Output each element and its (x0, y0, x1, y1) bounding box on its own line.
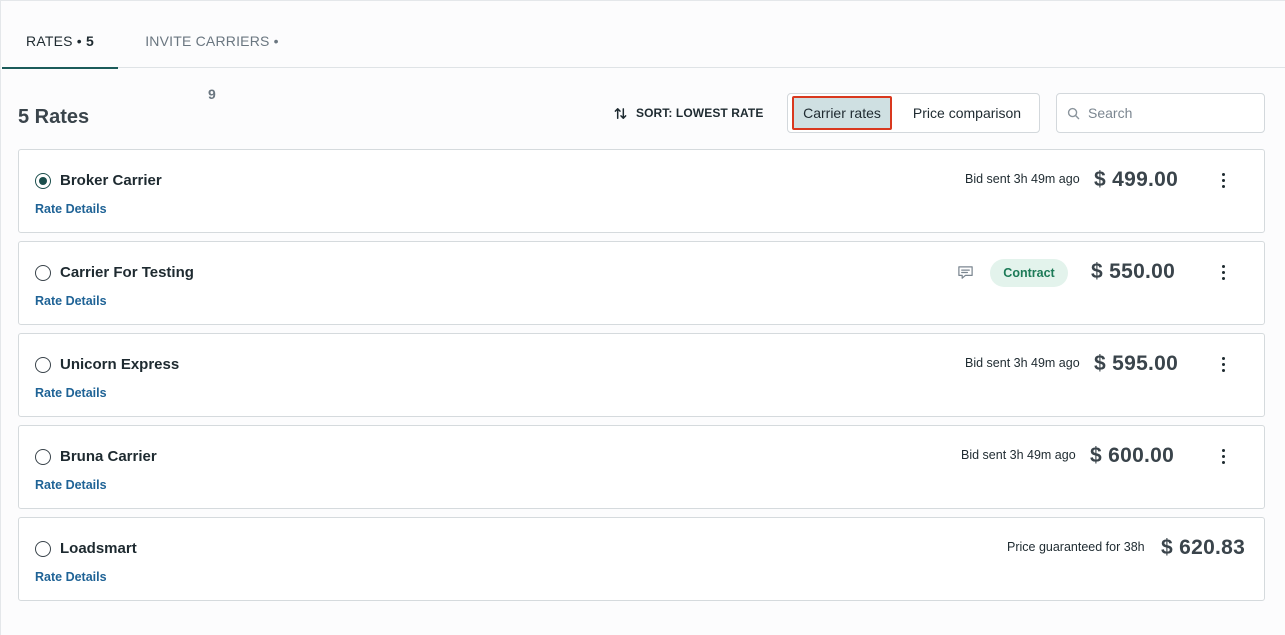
carrier-name: Unicorn Express (60, 356, 180, 373)
tab-invite-carriers-label: INVITE CARRIERS (145, 33, 270, 49)
price-guarantee-status: Price guaranteed for 38h (1007, 540, 1145, 554)
rate-card[interactable]: Carrier For Testing Rate Details Contrac… (18, 241, 1265, 325)
rate-price: $ 600.00 (1090, 444, 1175, 467)
tab-rates-count: 5 (85, 33, 94, 49)
rate-select-radio[interactable] (35, 541, 51, 557)
sort-button[interactable]: SORT: LOWEST RATE (613, 104, 763, 122)
rate-select-radio[interactable] (35, 357, 51, 373)
search-icon (1067, 107, 1080, 119)
carrier-name: Loadsmart (60, 540, 137, 557)
more-options-icon[interactable] (1217, 170, 1229, 190)
carrier-rates-toggle[interactable]: Carrier rates (792, 96, 892, 130)
tab-rates[interactable]: RATES • 5 (2, 15, 118, 69)
rate-price: $ 550.00 (1091, 260, 1176, 283)
rate-select-radio[interactable] (35, 265, 51, 281)
search-input[interactable] (1088, 105, 1248, 121)
carrier-name: Bruna Carrier (60, 448, 157, 465)
rate-select-radio[interactable] (35, 173, 51, 189)
bid-status: Bid sent 3h 49m ago (961, 448, 1076, 462)
sort-arrows-icon (614, 107, 627, 119)
rate-details-link[interactable]: Rate Details (35, 478, 107, 492)
contract-badge: Contract (990, 259, 1068, 287)
rate-price: $ 595.00 (1094, 352, 1179, 375)
more-options-icon[interactable] (1217, 354, 1229, 374)
bid-status: Bid sent 3h 49m ago (965, 356, 1080, 370)
search-box (1056, 93, 1265, 133)
carrier-name: Carrier For Testing (60, 264, 194, 281)
price-comparison-toggle[interactable]: Price comparison (898, 96, 1036, 130)
comment-icon[interactable] (957, 264, 974, 281)
tab-rates-label: RATES (26, 33, 73, 49)
tab-bar: RATES • 5 INVITE CARRIERS • 9 (2, 15, 1285, 102)
rate-details-link[interactable]: Rate Details (35, 294, 107, 308)
bid-status: Bid sent 3h 49m ago (965, 172, 1080, 186)
rate-card[interactable]: Bruna Carrier Rate Details Bid sent 3h 4… (18, 425, 1265, 509)
view-toggle: Carrier rates Price comparison (787, 93, 1040, 133)
rate-details-link[interactable]: Rate Details (35, 570, 107, 584)
more-options-icon[interactable] (1217, 262, 1229, 282)
rate-details-link[interactable]: Rate Details (35, 386, 107, 400)
tab-invite-carriers[interactable]: INVITE CARRIERS • 9 (140, 15, 284, 102)
rate-card[interactable]: Unicorn Express Rate Details Bid sent 3h… (18, 333, 1265, 417)
rate-select-radio[interactable] (35, 449, 51, 465)
rate-card[interactable]: Broker Carrier Rate Details Bid sent 3h … (18, 149, 1265, 233)
rate-price: $ 620.83 (1161, 536, 1246, 559)
page-frame: RATES • 5 INVITE CARRIERS • 9 5 Rates SO… (0, 0, 1285, 635)
tab-rates-separator: • (76, 33, 82, 49)
tab-invite-carriers-separator: • (273, 33, 279, 49)
rates-count-title: 5 Rates (18, 106, 90, 128)
rate-details-link[interactable]: Rate Details (35, 202, 107, 216)
rate-card[interactable]: Loadsmart Rate Details Price guaranteed … (18, 517, 1265, 601)
rate-price: $ 499.00 (1094, 168, 1179, 191)
more-options-icon[interactable] (1217, 446, 1229, 466)
carrier-name: Broker Carrier (60, 172, 162, 189)
tab-invite-carriers-count: 9 (208, 86, 216, 102)
sort-label: SORT: LOWEST RATE (636, 106, 764, 120)
